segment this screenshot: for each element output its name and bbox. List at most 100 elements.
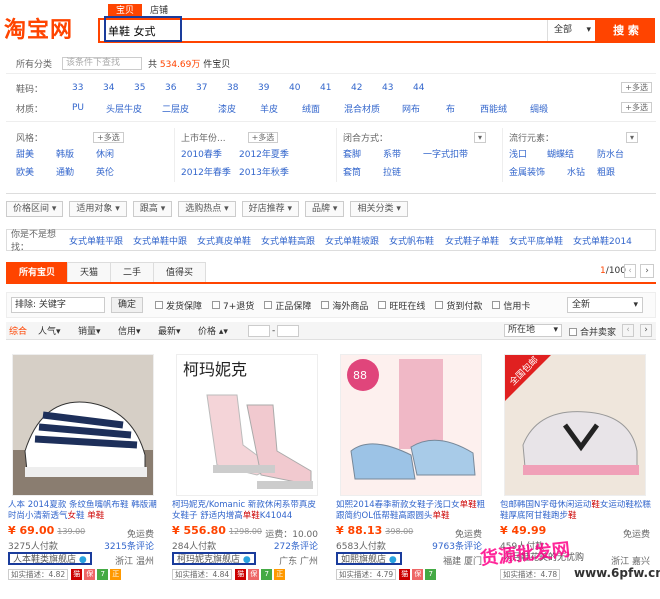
style-option[interactable]: 欧美 [16, 164, 56, 182]
product-image[interactable]: 全国包邮 [504, 354, 646, 496]
material-option[interactable]: 羊皮 [260, 102, 302, 115]
wangwang-icon[interactable]: ● [243, 555, 251, 565]
trend-option[interactable]: 防水台 [597, 146, 647, 164]
trend-option[interactable]: 水钻 [567, 164, 597, 182]
product-card[interactable]: 人本 2014夏款 条纹鱼嘴帆布鞋 韩版潮 时尚小清新透气女鞋 单鞋 ¥ 69.… [8, 352, 160, 592]
product-title[interactable]: 如熙2014春季新款女鞋子浅口女单鞋粗跟简约OL低帮鞋高跟圆头单鞋 [336, 500, 488, 524]
season-option[interactable]: 2012年夏季 [239, 146, 309, 164]
trend-option[interactable]: 浅口 [509, 146, 547, 164]
review-link[interactable]: 9763条评论 [432, 539, 482, 552]
sort-popularity[interactable]: 人气▾ [34, 324, 74, 337]
material-option[interactable]: 绒面 [302, 102, 344, 115]
suggestion-link[interactable]: 女式单鞋高跟 [261, 234, 325, 247]
suggestion-link[interactable]: 女式真皮单鞋 [197, 234, 261, 247]
size-option[interactable]: 33 [72, 83, 103, 93]
size-option[interactable]: 36 [165, 83, 196, 93]
condition-select[interactable]: 全新 ▾ [567, 297, 643, 313]
style-option[interactable]: 通勤 [56, 164, 96, 182]
closure-option[interactable]: 拉链 [383, 164, 423, 182]
size-option[interactable]: 44 [413, 83, 444, 93]
material-option[interactable]: 头层牛皮 [106, 102, 162, 115]
trend-option[interactable]: 蝴蝶结 [547, 146, 597, 164]
search-button[interactable]: 搜 索 [597, 18, 655, 43]
price-min-input[interactable] [248, 324, 270, 337]
style-option[interactable]: 休闲 [96, 146, 136, 164]
material-option[interactable]: 漆皮 [218, 102, 260, 115]
check-genuine[interactable]: 正品保障 [264, 299, 311, 312]
all-categories[interactable]: 所有分类 [6, 57, 62, 70]
product-card[interactable]: 柯玛妮克 柯玛妮克/Komanic 新款休闲系带真皮女鞋子 舒适内增高单鞋K41… [172, 352, 324, 592]
tab-worth-buying[interactable]: 值得买 [153, 262, 207, 282]
prev-page-icon[interactable]: ‹ [624, 264, 636, 278]
hot-filter[interactable]: 选购热点 ▾ [178, 201, 236, 217]
refine-search-input[interactable]: 该条件下查找 [62, 57, 142, 70]
tab-all-items[interactable]: 所有宝贝 [6, 262, 69, 282]
sort-default[interactable]: 综合 [6, 324, 34, 337]
suggestion-link[interactable]: 女式鞋子单鞋 [445, 234, 509, 247]
check-overseas[interactable]: 海外商品 [321, 299, 368, 312]
product-title[interactable]: 柯玛妮克/Komanic 新款休闲系带真皮女鞋子 舒适内增高单鞋K41044 [172, 500, 324, 524]
material-option[interactable]: 二层皮 [162, 102, 218, 115]
check-online[interactable]: 旺旺在线 [378, 299, 425, 312]
shop-name[interactable]: 如熙旗舰店 ● [336, 552, 402, 565]
suggestion-link[interactable]: 女式单鞋坡跟 [325, 234, 389, 247]
wangwang-icon[interactable]: ● [389, 555, 397, 565]
location-select[interactable]: 所在地 ▾ [504, 324, 562, 337]
sort-sales[interactable]: 销量▾ [74, 324, 114, 337]
style-multi-select[interactable]: +多选 [93, 131, 124, 143]
size-option[interactable]: 40 [289, 83, 320, 93]
check-cod[interactable]: 货到付款 [435, 299, 482, 312]
closure-option[interactable]: 套脚 [343, 146, 383, 164]
trend-dropdown[interactable]: ▾ [626, 131, 639, 143]
size-option[interactable]: 39 [258, 83, 289, 93]
exclude-keyword-input[interactable]: 排除: 关键字 [11, 297, 105, 313]
next-icon[interactable]: › [640, 324, 652, 337]
heel-filter[interactable]: 跟高 ▾ [132, 201, 173, 217]
sort-price[interactable]: 价格 ▴▾ [194, 324, 244, 337]
size-option[interactable]: 34 [103, 83, 134, 93]
price-range-filter[interactable]: 价格区间 ▾ [6, 201, 64, 217]
material-option[interactable]: PU [72, 103, 106, 113]
closure-option[interactable]: 系带 [383, 146, 423, 164]
shop-name[interactable]: 人本鞋类旗舰店 ● [8, 552, 92, 565]
trend-option[interactable]: 粗跟 [597, 164, 635, 182]
product-image[interactable]: 88 [340, 354, 482, 496]
size-option[interactable]: 37 [196, 83, 227, 93]
prev-icon[interactable]: ‹ [622, 324, 634, 337]
search-input[interactable]: 单鞋 女式 [108, 23, 156, 39]
style-option[interactable]: 甜美 [16, 146, 56, 164]
confirm-exclude-button[interactable]: 确定 [111, 297, 144, 313]
suggestion-link[interactable]: 女式单鞋平跟 [69, 234, 133, 247]
related-category-filter[interactable]: 相关分类 ▾ [350, 201, 408, 217]
season-option[interactable]: 2013年秋季 [239, 164, 309, 182]
combine-sellers-check[interactable]: 合并卖家 [568, 325, 616, 338]
sort-newest[interactable]: 最新▾ [154, 324, 194, 337]
closure-option[interactable]: 套筒 [343, 164, 383, 182]
style-option[interactable]: 英伦 [96, 164, 136, 182]
closure-dropdown[interactable]: ▾ [474, 131, 487, 143]
check-delivery[interactable]: 发货保障 [155, 299, 202, 312]
wangwang-icon[interactable]: ● [79, 555, 87, 565]
review-link[interactable]: 3215条评论 [104, 539, 154, 552]
product-card[interactable]: 88 如熙2014春季新款女鞋子浅口女单鞋粗跟简约OL低帮鞋高跟圆头单鞋 ¥ 8… [336, 352, 488, 592]
product-image[interactable]: 柯玛妮克 [176, 354, 318, 496]
brand-filter[interactable]: 品牌 ▾ [305, 201, 345, 217]
material-option[interactable]: 西能绒 [480, 102, 530, 115]
tab-second-hand[interactable]: 二手 [110, 262, 155, 282]
product-title[interactable]: 包邮韩国N字母休闲运动鞋女运动鞋松糕鞋厚底阿甘鞋跑步鞋 [500, 500, 652, 524]
target-filter[interactable]: 适用对象 ▾ [69, 201, 127, 217]
shop-name[interactable]: 柯玛妮克旗舰店 ● [172, 552, 256, 565]
check-credit[interactable]: 信用卡 [492, 299, 530, 312]
style-option[interactable]: 韩版 [56, 146, 96, 164]
size-option[interactable]: 38 [227, 83, 258, 93]
tab-tmall[interactable]: 天猫 [67, 262, 112, 282]
material-option[interactable]: 布 [446, 102, 480, 115]
material-multi-select[interactable]: +多选 [621, 102, 652, 113]
closure-option[interactable]: 一字式扣带 [423, 146, 483, 164]
next-page-icon[interactable]: › [640, 264, 654, 278]
size-option[interactable]: 43 [382, 83, 413, 93]
suggestion-link[interactable]: 女式单鞋2014 [573, 234, 633, 247]
size-multi-select[interactable]: +多选 [621, 82, 652, 93]
size-option[interactable]: 35 [134, 83, 165, 93]
price-max-input[interactable] [277, 324, 300, 337]
